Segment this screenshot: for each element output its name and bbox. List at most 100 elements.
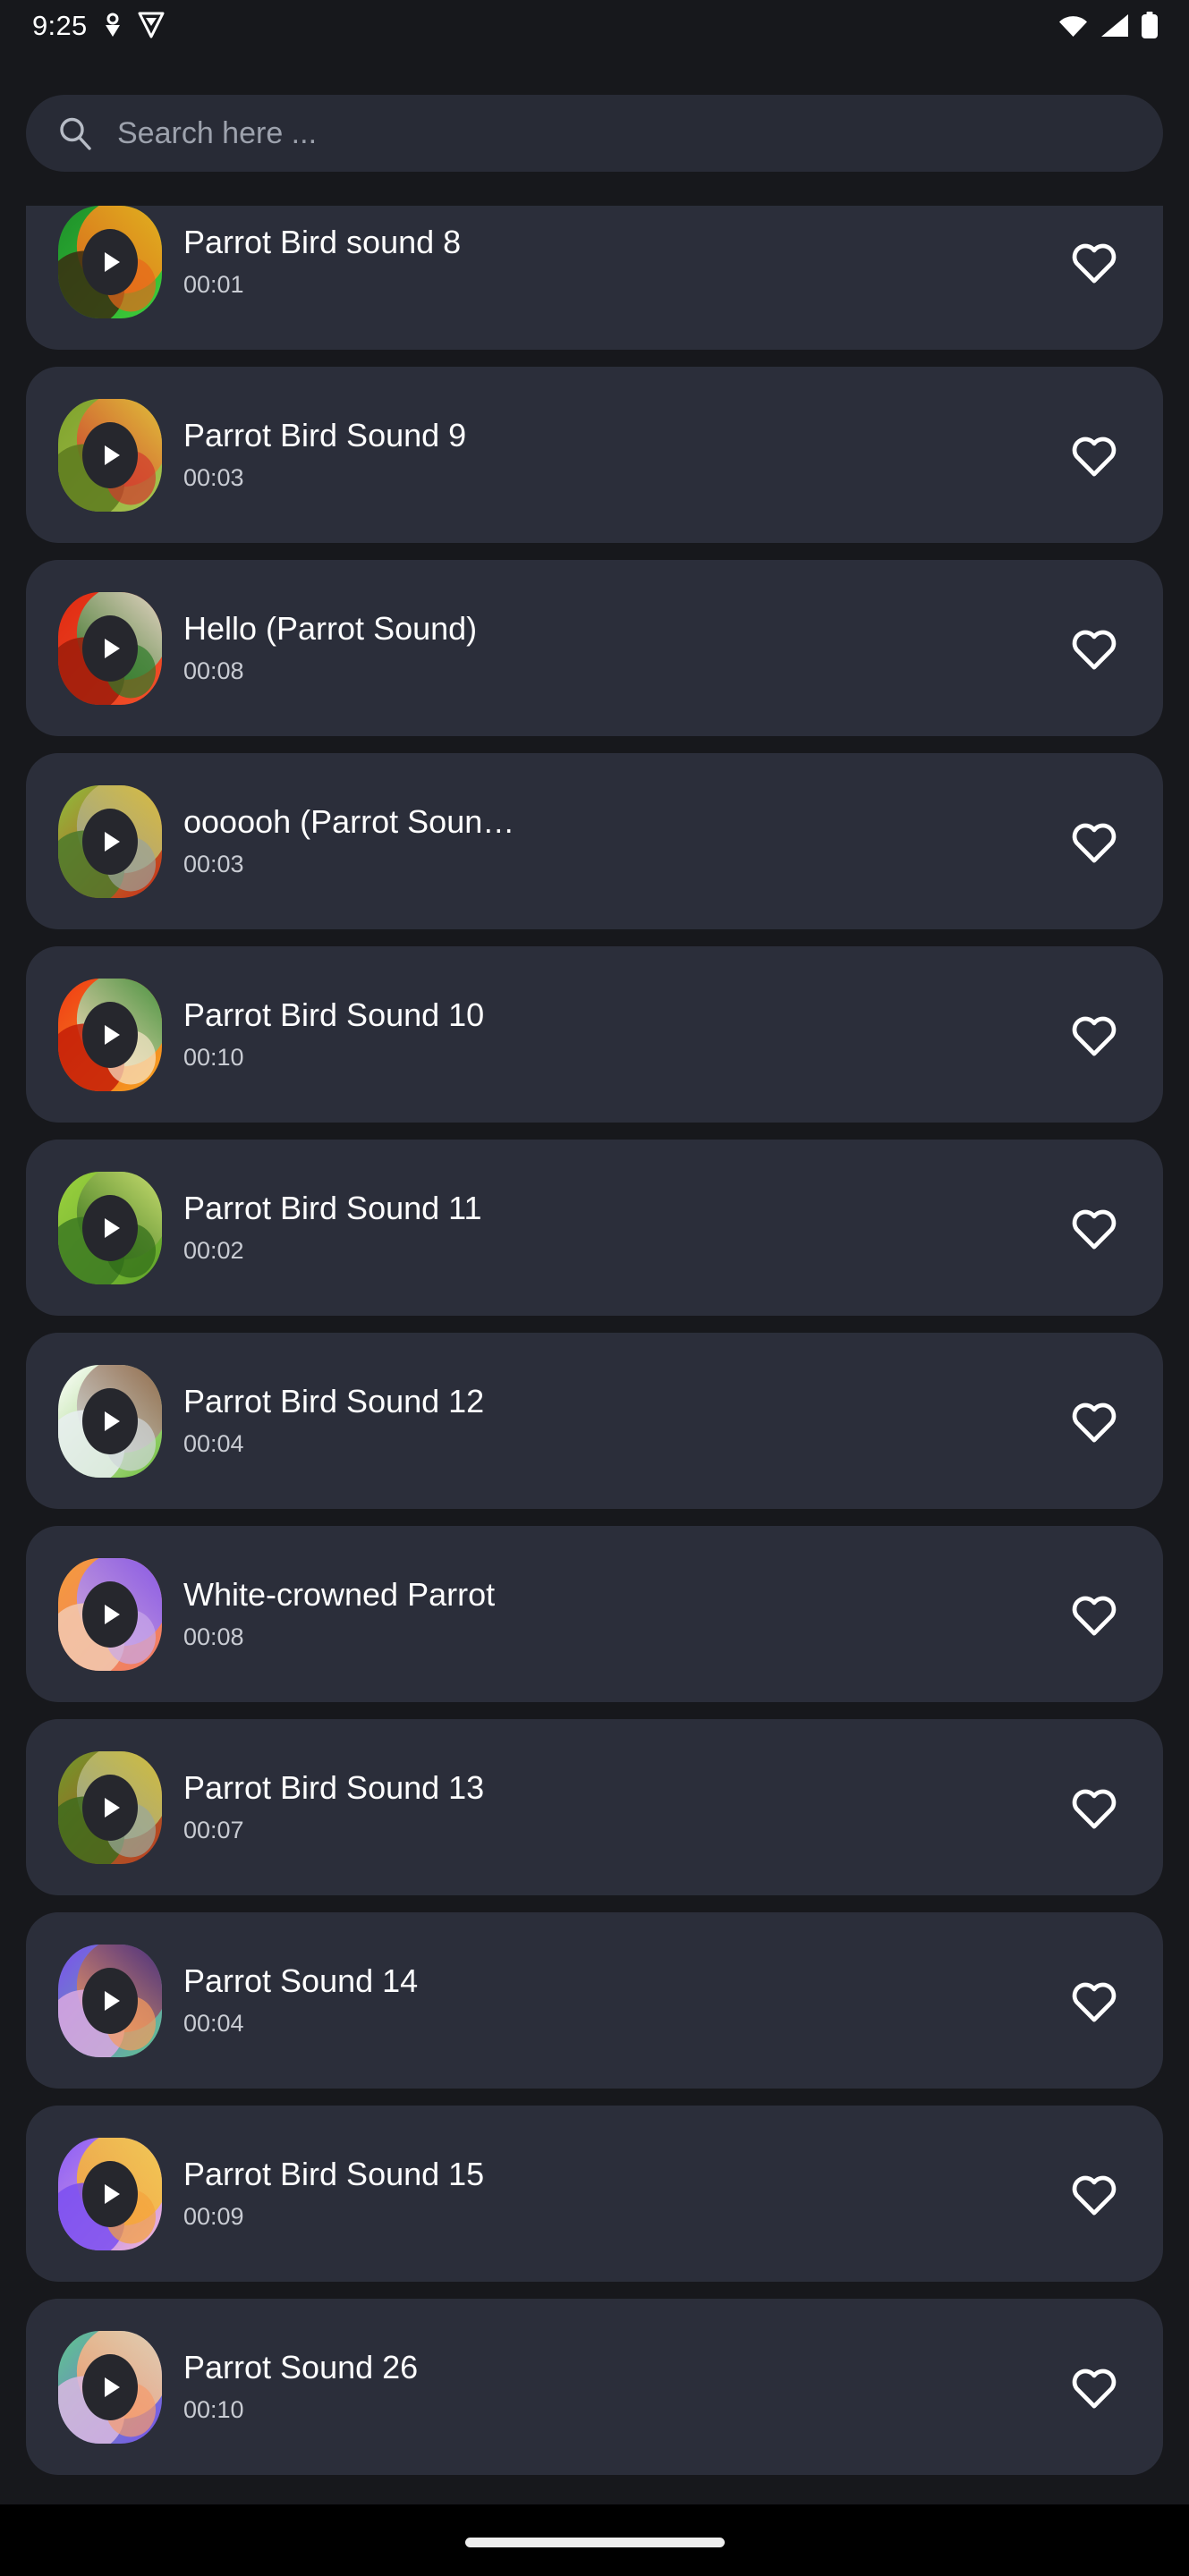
heart-outline-icon <box>1072 243 1117 284</box>
search-bar[interactable] <box>26 95 1163 172</box>
list-item[interactable]: Parrot Bird Sound 15 00:09 <box>26 2106 1163 2282</box>
system-navigation-bar <box>0 2504 1189 2576</box>
list-item[interactable]: Parrot Bird Sound 9 00:03 <box>26 367 1163 543</box>
list-item[interactable]: Parrot Bird Sound 10 00:10 <box>26 946 1163 1123</box>
favorite-button[interactable] <box>1061 1968 1127 2034</box>
sound-meta: Parrot Sound 14 00:04 <box>183 1963 1061 2037</box>
favorite-button[interactable] <box>1061 422 1127 488</box>
sound-meta: Parrot Bird Sound 15 00:09 <box>183 2157 1061 2230</box>
favorite-button[interactable] <box>1061 2161 1127 2227</box>
favorite-button[interactable] <box>1061 1388 1127 1454</box>
play-button[interactable] <box>82 1580 138 1648</box>
vpn-shield-icon <box>138 11 165 39</box>
sound-list[interactable]: Parrot Bird sound 8 00:01 Parrot Bird Soun… <box>0 206 1189 2504</box>
sound-title: Parrot Bird Sound 15 <box>183 2157 485 2192</box>
thumbnail-play-area[interactable] <box>58 978 162 1091</box>
play-button[interactable] <box>82 2160 138 2227</box>
list-item[interactable]: Parrot Sound 14 00:04 <box>26 1912 1163 2089</box>
status-bar-clock: 9:25 <box>32 9 88 41</box>
heart-outline-icon <box>1072 2368 1117 2409</box>
play-icon <box>105 831 120 852</box>
play-button[interactable] <box>82 614 138 682</box>
sound-meta: Hello (Parrot Sound) 00:08 <box>183 611 1061 684</box>
thumbnail-play-area[interactable] <box>58 398 162 512</box>
home-gesture-pill[interactable] <box>464 2537 725 2547</box>
sound-meta: Parrot Bird Sound 9 00:03 <box>183 418 1061 491</box>
sound-meta: oooooh (Parrot Soun… 00:03 <box>183 804 1061 877</box>
sound-duration: 00:07 <box>183 1816 244 1843</box>
list-item[interactable]: Parrot Bird Sound 11 00:02 <box>26 1140 1163 1316</box>
play-button[interactable] <box>82 421 138 488</box>
thumbnail-play-area[interactable] <box>58 784 162 898</box>
thumbnail-play-area[interactable] <box>58 1171 162 1284</box>
app-root: 9:25 Search here ... Parrot Bird sound 8… <box>0 0 1189 2576</box>
list-item[interactable]: Hello (Parrot Sound) 00:08 <box>26 560 1163 736</box>
play-button[interactable] <box>82 1001 138 1068</box>
play-icon <box>105 1024 120 1045</box>
sound-title: Hello (Parrot Sound) <box>183 611 478 647</box>
heart-outline-icon <box>1072 823 1117 863</box>
status-bar: 9:25 <box>0 0 1189 50</box>
sound-duration: 00:03 <box>183 850 244 877</box>
heart-outline-icon <box>1072 1402 1117 1443</box>
play-button[interactable] <box>82 2353 138 2420</box>
favorite-button[interactable] <box>1061 809 1127 875</box>
play-button[interactable] <box>82 1774 138 1841</box>
list-item[interactable]: Parrot Bird Sound 12 00:04 <box>26 1333 1163 1509</box>
list-item[interactable]: Parrot Bird Sound 13 00:07 <box>26 1719 1163 1895</box>
favorite-button[interactable] <box>1061 1581 1127 1648</box>
favorite-button[interactable] <box>1061 1195 1127 1261</box>
favorite-button[interactable] <box>1061 2354 1127 2420</box>
play-icon <box>105 1604 120 1624</box>
sound-meta: Parrot Bird Sound 11 00:02 <box>183 1191 1061 1264</box>
favorite-button[interactable] <box>1061 229 1127 295</box>
thumbnail-play-area[interactable] <box>58 206 162 318</box>
sound-duration: 00:08 <box>183 1623 244 1650</box>
heart-outline-icon <box>1072 1789 1117 1829</box>
play-icon <box>105 2183 120 2204</box>
sound-duration: 00:10 <box>183 1043 244 1071</box>
play-button[interactable] <box>82 808 138 875</box>
play-button[interactable] <box>82 1387 138 1454</box>
list-item[interactable]: Parrot Sound 26 00:10 <box>26 2299 1163 2475</box>
play-button[interactable] <box>82 1967 138 2034</box>
thumbnail-play-area[interactable] <box>58 1750 162 1864</box>
play-icon <box>105 2377 120 2397</box>
thumbnail-play-area[interactable] <box>58 591 162 705</box>
favorite-button[interactable] <box>1061 1775 1127 1841</box>
thumbnail-play-area[interactable] <box>58 1557 162 1671</box>
play-icon <box>105 445 120 465</box>
sound-duration: 00:03 <box>183 463 244 491</box>
heart-outline-icon <box>1072 1016 1117 1056</box>
sound-title: White-crowned Parrot <box>183 1577 496 1613</box>
sound-title: Parrot Bird sound 8 <box>183 225 462 260</box>
play-icon <box>105 251 120 272</box>
sound-duration: 00:04 <box>183 2009 244 2037</box>
play-button[interactable] <box>82 228 138 295</box>
thumbnail-play-area[interactable] <box>58 1364 162 1478</box>
search-input[interactable] <box>117 115 1133 151</box>
play-icon <box>105 1411 120 1431</box>
list-item[interactable]: oooooh (Parrot Soun… 00:03 <box>26 753 1163 929</box>
thumbnail-play-area[interactable] <box>58 1944 162 2057</box>
thumbnail-play-area[interactable] <box>58 2137 162 2250</box>
sound-duration: 00:02 <box>183 1236 244 1264</box>
location-pin-icon <box>103 12 123 38</box>
play-button[interactable] <box>82 1194 138 1261</box>
thumbnail-play-area[interactable] <box>58 2330 162 2444</box>
favorite-button[interactable] <box>1061 1002 1127 1068</box>
sound-title: Parrot Bird Sound 10 <box>183 997 485 1033</box>
list-item[interactable]: White-crowned Parrot 00:08 <box>26 1526 1163 1702</box>
sound-duration: 00:10 <box>183 2395 244 2423</box>
favorite-button[interactable] <box>1061 615 1127 682</box>
wifi-icon <box>1058 13 1088 38</box>
heart-outline-icon <box>1072 630 1117 670</box>
sound-duration: 00:04 <box>183 1429 244 1457</box>
sound-meta: White-crowned Parrot 00:08 <box>183 1577 1061 1650</box>
sound-duration: 00:01 <box>183 270 244 298</box>
play-icon <box>105 1990 120 2011</box>
sound-title: Parrot Bird Sound 13 <box>183 1770 485 1806</box>
sound-title: oooooh (Parrot Soun… <box>183 804 515 840</box>
list-item[interactable]: Parrot Bird sound 8 00:01 <box>26 206 1163 350</box>
cellular-signal-icon <box>1100 13 1129 38</box>
